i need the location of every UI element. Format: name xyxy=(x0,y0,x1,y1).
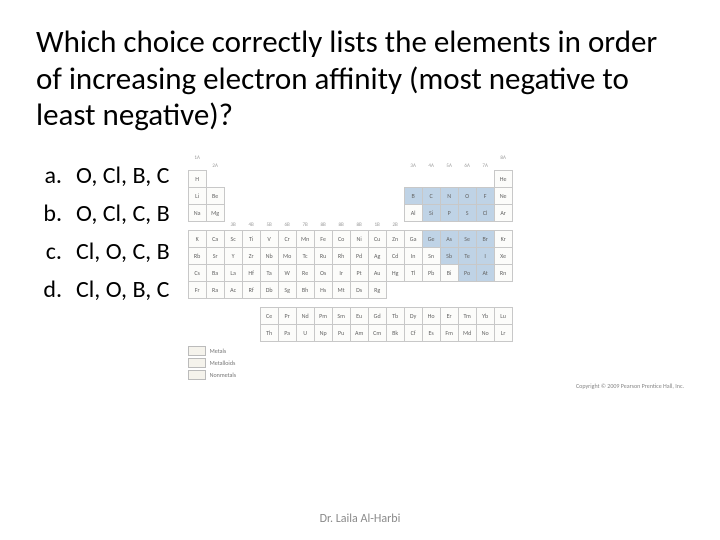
choice-text: O, Cl, B, C xyxy=(76,158,169,194)
choice-c: c. Cl, O, C, B xyxy=(36,234,170,270)
choice-d: d. Cl, O, B, C xyxy=(36,272,170,308)
choice-letter: d. xyxy=(36,272,62,308)
answer-choices: a. O, Cl, B, C b. O, Cl, C, B c. Cl, O, … xyxy=(36,158,170,310)
choice-text: Cl, O, B, C xyxy=(76,272,169,308)
choice-a: a. O, Cl, B, C xyxy=(36,158,170,194)
choice-letter: a. xyxy=(36,158,62,194)
legend-metals: Metals xyxy=(210,347,227,355)
choice-text: Cl, O, C, B xyxy=(76,234,170,270)
choice-text: O, Cl, C, B xyxy=(76,196,170,232)
question-text: Which choice correctly lists the element… xyxy=(36,24,684,134)
choice-letter: c. xyxy=(36,234,62,270)
periodic-table-legend: Metals Metalloids Nonmetals xyxy=(188,346,684,380)
legend-metalloids: Metalloids xyxy=(210,359,236,367)
slide-footer: Dr. Laila Al-Harbi xyxy=(0,512,720,526)
periodic-table-image: 1A8A2A3A4A5A6A7AHHeLiBeBCNOFNeNaMgAlSiPS… xyxy=(188,154,513,342)
legend-nonmetals: Nonmetals xyxy=(210,371,236,379)
choice-letter: b. xyxy=(36,196,62,232)
image-copyright: Copyright © 2009 Pearson Prentice Hall, … xyxy=(188,382,684,390)
choice-b: b. O, Cl, C, B xyxy=(36,196,170,232)
